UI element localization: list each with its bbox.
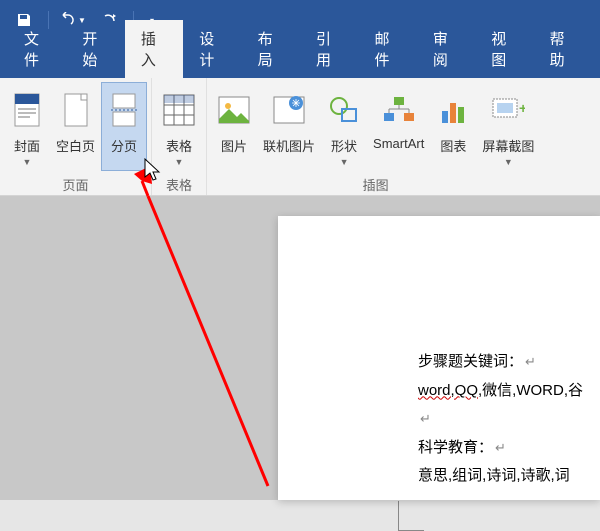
group-label: 插图	[211, 171, 540, 198]
button-label: 形状	[331, 136, 357, 155]
page-break-icon	[111, 92, 137, 128]
cursor-indicator	[398, 501, 424, 531]
tab-design[interactable]: 设计	[183, 20, 241, 78]
doc-line-4: 科学教育：↵	[418, 434, 572, 463]
button-label: SmartArt	[373, 136, 424, 151]
dropdown-caret-icon: ▼	[340, 157, 349, 167]
button-label: 表格	[166, 136, 192, 155]
button-label: 空白页	[56, 136, 95, 155]
group-illustrations: 图片 联机图片 形状 ▼ SmartArt 图表 + 屏幕截图	[207, 78, 544, 195]
smartart-button[interactable]: SmartArt	[367, 82, 430, 171]
page-break-button[interactable]: 分页	[101, 82, 147, 171]
shapes-button[interactable]: 形状 ▼	[321, 82, 367, 171]
tab-review[interactable]: 审阅	[417, 20, 475, 78]
table-button[interactable]: 表格 ▼	[156, 82, 202, 171]
tab-home[interactable]: 开始	[66, 20, 124, 78]
doc-line-2: word,QQ,微信,WORD,谷	[418, 377, 572, 406]
tab-file[interactable]: 文件	[8, 20, 66, 78]
picture-icon	[217, 95, 251, 125]
online-pictures-button[interactable]: 联机图片	[257, 82, 321, 171]
cover-page-button[interactable]: 封面 ▼	[4, 82, 50, 171]
dropdown-caret-icon: ▼	[504, 157, 513, 167]
doc-line-1: 步骤题关键词：↵	[418, 348, 572, 377]
blank-page-icon	[63, 92, 89, 128]
online-picture-icon	[272, 95, 306, 125]
dropdown-caret-icon: ▼	[23, 157, 32, 167]
chart-button[interactable]: 图表	[430, 82, 476, 171]
pictures-button[interactable]: 图片	[211, 82, 257, 171]
button-label: 分页	[111, 136, 137, 155]
tab-view[interactable]: 视图	[475, 20, 533, 78]
tab-help[interactable]: 帮助	[534, 20, 592, 78]
button-label: 封面	[14, 136, 40, 155]
ribbon-tabs: 文件 开始 插入 设计 布局 引用 邮件 审阅 视图 帮助	[0, 40, 600, 78]
smartart-icon	[382, 95, 416, 125]
cover-page-icon	[12, 92, 42, 128]
tab-insert[interactable]: 插入	[125, 20, 183, 78]
table-icon	[162, 93, 196, 127]
button-label: 联机图片	[263, 136, 315, 155]
group-label: 页面	[4, 171, 147, 198]
shapes-icon	[328, 95, 360, 125]
document-workspace: 步骤题关键词：↵ word,QQ,微信,WORD,谷 ↵ 科学教育：↵ 意思,组…	[0, 196, 600, 500]
tab-mailings[interactable]: 邮件	[358, 20, 416, 78]
svg-text:+: +	[519, 100, 525, 116]
doc-line-3: ↵	[418, 405, 572, 434]
button-label: 图表	[440, 136, 466, 155]
document-page[interactable]: 步骤题关键词：↵ word,QQ,微信,WORD,谷 ↵ 科学教育：↵ 意思,组…	[278, 216, 600, 500]
ribbon: 封面 ▼ 空白页 分页 页面 表格 ▼ 表格	[0, 78, 600, 196]
dropdown-caret-icon: ▼	[175, 157, 184, 167]
button-label: 图片	[221, 136, 247, 155]
button-label: 屏幕截图	[482, 136, 534, 155]
tab-references[interactable]: 引用	[300, 20, 358, 78]
mouse-cursor-icon	[144, 158, 162, 184]
group-label: 表格	[156, 171, 202, 198]
screenshot-icon: +	[491, 95, 525, 125]
group-pages: 封面 ▼ 空白页 分页 页面	[0, 78, 152, 195]
tab-layout[interactable]: 布局	[242, 20, 300, 78]
doc-line-5: 意思,组词,诗词,诗歌,词	[418, 462, 572, 491]
screenshot-button[interactable]: + 屏幕截图 ▼	[476, 82, 540, 171]
blank-page-button[interactable]: 空白页	[50, 82, 101, 171]
chart-icon	[438, 95, 468, 125]
